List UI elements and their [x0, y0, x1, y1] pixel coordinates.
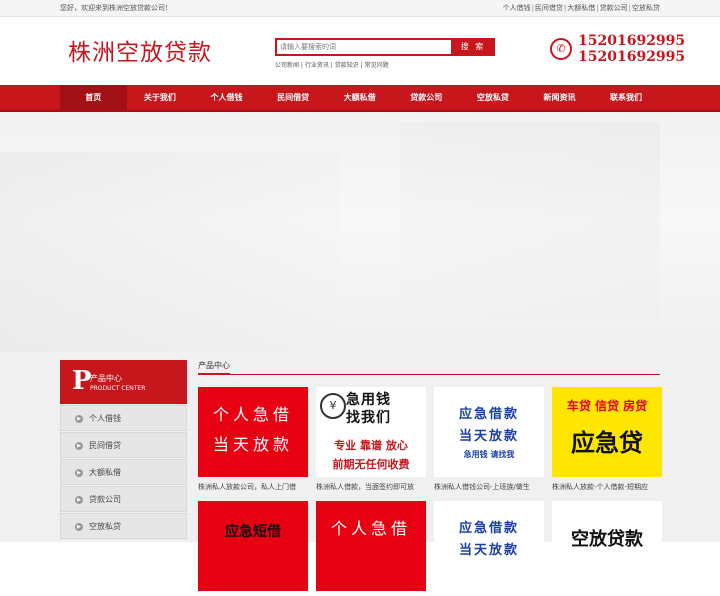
top-link[interactable]: 空放私贷: [632, 4, 660, 12]
phone-block: ✆ 15201692995 15201692995: [550, 33, 685, 65]
product-sidebar: P 产品中心 PRODUCT CENTER ▶ 个人借钱 ▶ 民间借贷 ▶ 大额私借 …: [60, 360, 187, 539]
nav-item-personal-loan[interactable]: 个人借钱: [193, 85, 260, 110]
phone-icon: ✆: [550, 38, 572, 60]
product-card[interactable]: 应急借款 当天放款 急用钱 请找我 株洲私人借钱公司-上班族/做生: [434, 387, 544, 492]
top-link[interactable]: 贷款公司: [600, 4, 628, 12]
product-image[interactable]: 个人急借: [316, 501, 426, 591]
product-image[interactable]: 车贷 信贷 房贷 应急贷: [552, 387, 662, 477]
nav-item-home[interactable]: 首页: [60, 85, 127, 110]
product-caption[interactable]: 株洲私人借款，当面签约即可放: [316, 482, 426, 492]
main-nav: 首页 关于我们 个人借钱 民间借贷 大额私借 贷款公司 空放私贷 新闻资讯 联系…: [0, 85, 720, 112]
hero-banner[interactable]: [0, 112, 720, 352]
sidebar-subtitle: PRODUCT CENTER: [90, 385, 146, 392]
sidebar-item[interactable]: ▶ 空放私贷: [60, 513, 187, 539]
content-section: P 产品中心 PRODUCT CENTER ▶ 个人借钱 ▶ 民间借贷 ▶ 大额私借 …: [0, 352, 720, 591]
welcome-text: 您好，欢迎来到株洲空放贷款公司!: [60, 4, 168, 12]
arrow-right-icon: ▶: [75, 468, 83, 477]
search-area: 请输入要搜索的词 搜 索 公司新闻 | 行业资讯 | 贷款知识 | 常见问题: [275, 38, 495, 69]
nav-item-about[interactable]: 关于我们: [127, 85, 194, 110]
hot-words: 公司新闻 | 行业资讯 | 贷款知识 | 常见问题: [275, 62, 389, 69]
money-bag-icon: ¥: [320, 393, 346, 419]
product-card[interactable]: 个人急借 当天放款 株洲私人放款公司，私人上门借: [198, 387, 308, 492]
hot-word-link[interactable]: 常见问题: [365, 62, 389, 69]
product-image[interactable]: ¥ 急用钱 找我们 专业 靠谱 放心 前期无任何收费: [316, 387, 426, 477]
sidebar-item-label: 民间借贷: [89, 441, 121, 450]
nav-item-contact[interactable]: 联系我们: [593, 85, 660, 110]
sidebar-item[interactable]: ▶ 个人借钱: [60, 405, 187, 431]
search-input[interactable]: 请输入要搜索的词: [275, 38, 451, 56]
product-card[interactable]: ¥ 急用钱 找我们 专业 靠谱 放心 前期无任何收费 株洲私人借款，当面签约即可…: [316, 387, 426, 492]
product-caption[interactable]: 株洲私人借钱公司-上班族/做生: [434, 482, 544, 492]
sidebar-item-label: 大额私借: [89, 468, 121, 477]
product-card[interactable]: 个人急借: [316, 501, 426, 596]
sidebar-header: P 产品中心 PRODUCT CENTER: [60, 360, 187, 404]
top-bar: 您好，欢迎来到株洲空放贷款公司! 个人借钱|民间借贷|大额私借|贷款公司|空放私…: [0, 0, 720, 17]
product-image[interactable]: 个人急借 当天放款: [198, 387, 308, 477]
top-links: 个人借钱|民间借贷|大额私借|贷款公司|空放私贷: [502, 4, 660, 12]
product-image[interactable]: 应急借款 当天放款: [434, 501, 544, 591]
arrow-right-icon: ▶: [75, 414, 83, 423]
sidebar-item[interactable]: ▶ 大额私借: [60, 459, 187, 485]
site-logo[interactable]: 株洲空放贷款: [68, 33, 212, 67]
product-card[interactable]: 空放贷款: [552, 501, 662, 596]
search-button[interactable]: 搜 索: [451, 38, 495, 56]
sidebar-item[interactable]: ▶ 民间借贷: [60, 432, 187, 458]
nav-item-private-lending[interactable]: 民间借贷: [260, 85, 327, 110]
product-caption[interactable]: 株洲私人放款-个人借款-短期应: [552, 482, 662, 492]
phone-number: 15201692995: [578, 49, 686, 65]
hot-word-link[interactable]: 行业资讯: [305, 62, 329, 69]
product-image[interactable]: 应急借款 当天放款 急用钱 请找我: [434, 387, 544, 477]
product-image[interactable]: 空放贷款: [552, 501, 662, 591]
sidebar-letter: P: [72, 366, 92, 396]
product-main: 产品中心 个人急借 当天放款 株洲私人放款公司，私人上门借 ¥ 急用钱 找我们 …: [198, 360, 662, 591]
top-link[interactable]: 大额私借: [567, 4, 595, 12]
arrow-right-icon: ▶: [75, 441, 83, 450]
nav-item-large-loan[interactable]: 大额私借: [326, 85, 393, 110]
nav-item-news[interactable]: 新闻资讯: [526, 85, 593, 110]
sidebar-item-label: 空放私贷: [89, 522, 121, 531]
hot-word-link[interactable]: 贷款知识: [335, 62, 359, 69]
sidebar-title: 产品中心: [90, 374, 122, 383]
header: 株洲空放贷款 请输入要搜索的词 搜 索 公司新闻 | 行业资讯 | 贷款知识 |…: [60, 17, 685, 85]
product-card[interactable]: 车贷 信贷 房贷 应急贷 株洲私人放款-个人借款-短期应: [552, 387, 662, 492]
product-card[interactable]: 应急借款 当天放款: [434, 501, 544, 596]
sidebar-item-label: 个人借钱: [89, 414, 121, 423]
hot-word-link[interactable]: 公司新闻: [275, 62, 299, 69]
phone-number: 15201692995: [578, 33, 686, 49]
top-link[interactable]: 民间借贷: [535, 4, 563, 12]
arrow-right-icon: ▶: [75, 522, 83, 531]
product-caption[interactable]: 株洲私人放款公司，私人上门借: [198, 482, 308, 492]
product-card[interactable]: 应急短借: [198, 501, 308, 596]
top-link[interactable]: 个人借钱: [503, 4, 531, 12]
product-image[interactable]: 应急短借: [198, 501, 308, 591]
arrow-right-icon: ▶: [75, 495, 83, 504]
nav-item-unsecured-loan[interactable]: 空放私贷: [460, 85, 527, 110]
section-title: 产品中心: [198, 360, 660, 375]
sidebar-item-label: 贷款公司: [89, 495, 121, 504]
sidebar-item[interactable]: ▶ 贷款公司: [60, 486, 187, 512]
nav-item-loan-company[interactable]: 贷款公司: [393, 85, 460, 110]
